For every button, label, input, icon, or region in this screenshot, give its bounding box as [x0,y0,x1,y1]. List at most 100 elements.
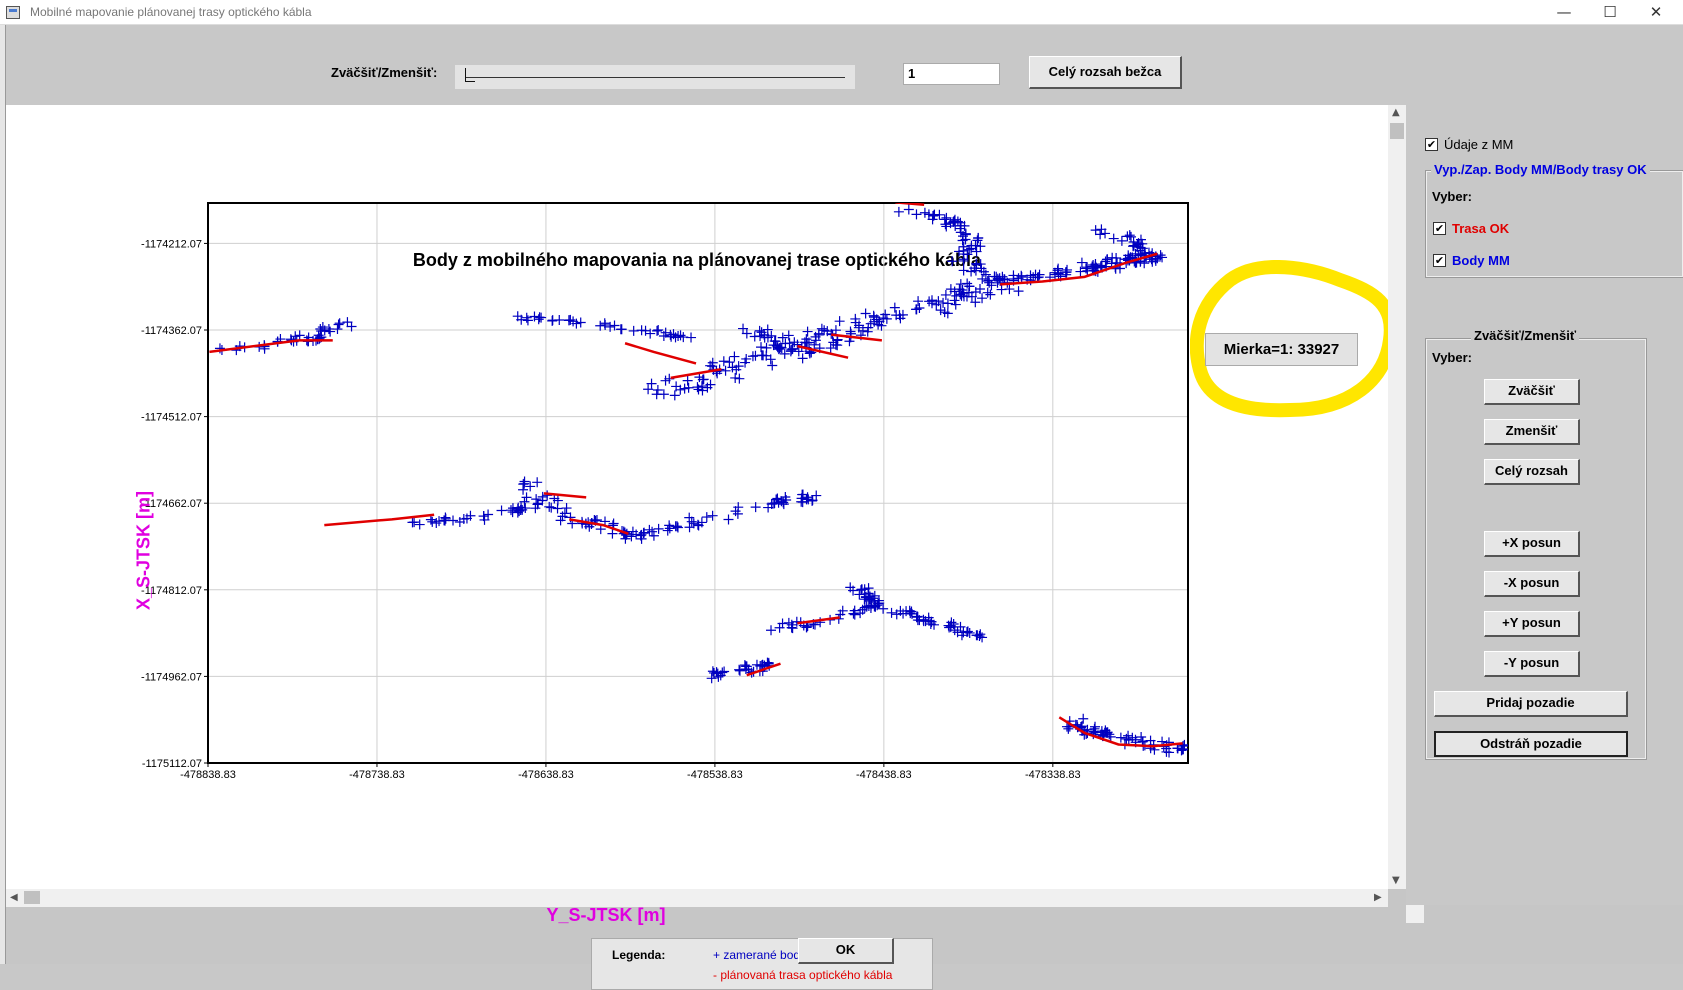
data-point-marker [325,326,336,337]
scroll-right-icon[interactable]: ▶ [1374,892,1382,903]
data-point-marker [315,324,326,335]
data-point-marker [651,389,662,400]
legend-item-points: + zamerané body [713,948,807,962]
data-point-marker [505,505,516,516]
zoom-group-title: Zväčšiť/Zmenšiť [1471,328,1580,343]
full-range-slider-button[interactable]: Celý rozsah bežca [1029,56,1182,89]
data-point-marker [947,256,958,267]
maximize-button[interactable]: ☐ [1587,0,1633,25]
minus-y-shift-button[interactable]: -Y posun [1484,651,1580,677]
horizontal-scroll-thumb[interactable] [24,891,40,904]
data-point-marker [342,317,353,328]
right-panel: ✔ Údaje z MM Vyp./Zap. Body MM/Body tras… [1406,105,1683,905]
data-point-marker [802,326,813,337]
data-point-marker [729,351,740,362]
plus-x-shift-button[interactable]: +X posun [1484,531,1580,557]
data-point-marker [669,390,680,401]
data-point-marker [653,523,664,534]
scroll-left-icon[interactable]: ◀ [10,892,18,903]
scroll-up-icon[interactable]: ▲ [1392,107,1400,118]
data-point-marker [531,494,542,505]
vertical-scrollbar[interactable]: ▲ ▼ [1388,105,1406,889]
data-point-marker [718,356,729,367]
y-tick-label: -1174212.07 [141,238,202,250]
scatter-chart[interactable]: -478838.83 -478738.83 -478638.83 -478538.83… [6,105,1388,907]
data-point-marker [903,204,914,215]
data-point-marker [519,478,530,489]
data-point-marker [701,512,712,523]
add-background-button[interactable]: Pridaj pozadie [1434,691,1628,717]
y-axis-label: X_S-JTSK [m] [133,490,154,611]
zoom-slider[interactable] [455,65,855,89]
scroll-corner [1406,905,1424,923]
data-point-marker [323,323,334,334]
zoom-value-input[interactable]: 1 [903,63,1000,85]
zoom-in-button[interactable]: Zväčšiť [1484,379,1580,405]
minimize-button[interactable]: — [1541,0,1587,25]
plot-content [209,203,1188,758]
data-point-marker [575,317,586,328]
scroll-down-icon[interactable]: ▼ [1392,875,1400,886]
layers-group-title: Vyp./Zap. Body MM/Body trasy OK [1431,162,1650,177]
slider-track [465,77,845,78]
y-tick-label: -1174362.07 [141,325,202,337]
data-point-marker [414,519,425,530]
data-point-marker [628,325,639,336]
x-tick-label: -478738.83 [349,769,405,781]
body-mm-checkbox[interactable]: ✔ [1433,254,1446,267]
data-point-marker [546,502,557,513]
data-point-marker [1078,713,1089,724]
close-button[interactable]: ✕ [1633,0,1679,25]
trasa-ok-checkbox[interactable]: ✔ [1433,222,1446,235]
data-point-marker [732,508,743,519]
data-point-marker [652,385,663,396]
data-point-marker [552,503,563,514]
app-window: Mobilné mapovanie plánovanej trasy optic… [0,0,1683,990]
data-point-marker [1095,229,1106,240]
data-point-marker [750,350,761,361]
data-point-marker [332,324,343,335]
data-point-marker [723,514,734,525]
legend-title: Legenda: [612,948,666,962]
data-point-marker [334,318,345,329]
data-point-marker [913,296,924,307]
route-line [324,513,435,527]
data-point-marker [767,360,778,371]
x-tick-label: -478838.83 [180,769,236,781]
data-point-marker [911,209,922,220]
ok-button[interactable]: OK [798,938,894,964]
data-point-marker [1102,254,1113,265]
horizontal-scrollbar[interactable]: ◀ ▶ [6,889,1388,907]
plus-y-shift-button[interactable]: +Y posun [1484,611,1580,637]
data-point-marker [595,320,606,331]
data-point-marker [407,517,418,528]
full-range-button[interactable]: Celý rozsah [1484,459,1580,485]
remove-background-button[interactable]: Odstráň pozadie [1434,731,1628,757]
data-point-marker [439,515,450,526]
zoom-out-button[interactable]: Zmenšiť [1484,419,1580,445]
mm-data-label: Údaje z MM [1444,137,1514,152]
data-point-marker [834,316,845,327]
data-point-marker [672,521,683,532]
data-point-marker [496,505,507,516]
y-tick-label: -1175112.07 [142,758,202,770]
x-tick-label: -478538.83 [687,769,743,781]
data-point-marker [675,330,686,341]
x-axis-label: Y_S-JTSK [m] [546,905,666,925]
route-line [624,342,697,365]
plot-frame [207,202,1189,764]
layers-choose-label: Vyber: [1432,189,1472,204]
route-line [209,339,333,354]
vertical-scroll-thumb[interactable] [1390,123,1404,139]
data-point-marker [532,477,543,488]
minus-x-shift-button[interactable]: -X posun [1484,571,1580,597]
mm-data-checkbox[interactable]: ✔ [1425,138,1438,151]
data-point-marker [940,219,951,230]
data-point-marker [889,302,900,313]
body-mm-label: Body MM [1452,253,1510,268]
scale-readout: Mierka=1: 33927 [1205,333,1358,366]
data-point-marker [973,232,984,243]
data-point-marker [534,312,545,323]
slider-thumb[interactable] [465,68,475,82]
data-point-marker [730,372,741,383]
